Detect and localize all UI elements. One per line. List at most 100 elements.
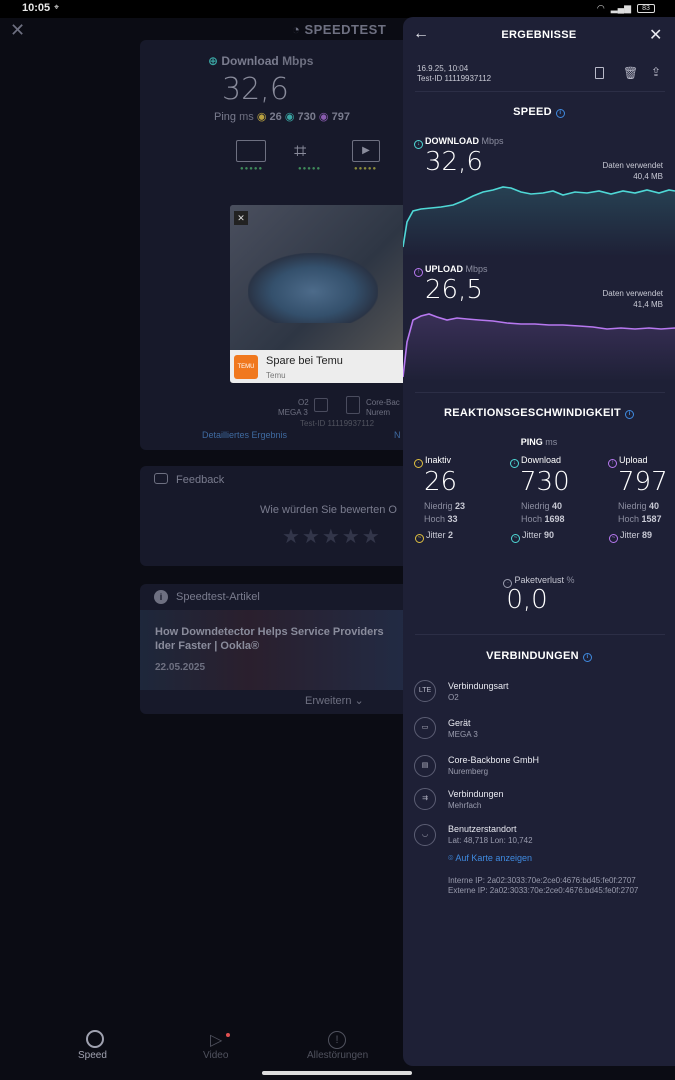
reaction-section-title: REAKTIONSGESCHWINDIGKEIT i [403, 407, 675, 419]
download-data-used-label: Daten verwendet [602, 161, 663, 170]
signal-icon: ▂▄▆ [610, 3, 631, 13]
location-icon: ⌖ [54, 2, 60, 12]
ping-upload-value: 797 [618, 467, 668, 497]
download-icon: ⊕ [208, 54, 222, 68]
share-icon[interactable]: ⇪ [651, 65, 661, 79]
bg-link-fragment: N [394, 430, 401, 440]
download-value: 32,6 [425, 147, 483, 177]
ad-banner[interactable]: ✕ TEMU Spare bei Temu Temu [230, 205, 410, 383]
upload-icon: ↑ [414, 268, 423, 277]
user-location-title: Benutzerstandort [448, 824, 517, 834]
download-graph [403, 186, 675, 257]
bg-server-a: O2 [298, 398, 309, 407]
bg-download-label: ⊕ Download Mbps [208, 54, 314, 68]
ping-upload-high: Hoch 1587 [618, 514, 662, 524]
ping-idle-low: Niedrig 23 [424, 501, 466, 511]
browse-rating: ●●●●● [240, 166, 264, 172]
map-link[interactable]: ⌾ Auf Karte anzeigen [448, 853, 532, 864]
upload-value: 26,5 [425, 275, 483, 305]
ping-idle-value: 26 [424, 467, 458, 497]
external-ip: Externe IP: 2a02:3033:70e:2ce0:4676:bd45… [448, 886, 639, 895]
bg-ping-row: Ping ms ◉ 26 ◉ 730 ◉ 797 [214, 111, 350, 123]
server-title: Core-Backbone GmbH [448, 755, 540, 765]
upload-icon: ↑ [608, 459, 617, 468]
info-icon: i [154, 590, 168, 604]
upload-graph [403, 313, 675, 382]
jitter-icon: ~ [415, 534, 424, 543]
server-icon: ▤ [414, 755, 436, 777]
ad-car-image [248, 253, 378, 323]
trash-icon[interactable]: 🗑 [623, 66, 638, 80]
feedback-question: Wie würden Sie bewerten O [260, 504, 397, 516]
nav-video[interactable]: Video [203, 1050, 228, 1061]
bg-server-a-sub: MEGA 3 [278, 408, 308, 417]
status-time: 10:05 [22, 2, 51, 14]
ping-download-low: Niedrig 40 [521, 501, 563, 511]
connections-title: Verbindungen [448, 789, 504, 799]
rating-stars[interactable]: ★★★★★ [282, 524, 382, 549]
server-location: Nuremberg [448, 767, 489, 776]
test-id: Test-ID 11119937112 [417, 74, 492, 83]
test-date: 16.9.25, 10:04 [417, 64, 469, 73]
upload-data-used-label: Daten verwendet [602, 289, 663, 298]
speed-section-title: SPEED i [403, 106, 675, 118]
device-title: Gerät [448, 718, 471, 728]
feedback-icon [154, 473, 168, 484]
jitter-icon: ~ [609, 534, 618, 543]
video-rating: ●●●●● [354, 166, 378, 172]
bg-server-b: Core-Bac [366, 398, 400, 407]
ping-download-jitter: ~ Jitter 90 [511, 530, 554, 543]
download-graph-area [403, 187, 675, 257]
ping-upload-jitter: ~ Jitter 89 [609, 530, 652, 543]
chevron-down-icon: ⌄ [354, 695, 364, 707]
connections-section-title: VERBINDUNGEN i [403, 650, 675, 662]
ping-label: PING ms [520, 437, 558, 447]
info-icon[interactable]: i [582, 653, 592, 662]
bg-test-id: Test-ID 11119937112 [300, 419, 375, 428]
ping-download-value: 730 [520, 467, 570, 497]
battery-icon: 83 [637, 4, 655, 13]
outage-nav-icon[interactable]: ! [328, 1031, 346, 1049]
device-icon [314, 398, 328, 412]
article-title[interactable]: How Downdetector Helps Service Providers… [155, 625, 405, 653]
close-icon[interactable]: ✕ [649, 25, 662, 45]
results-panel: ← ERGEBNISSE ✕ 16.9.25, 10:04 Test-ID 11… [403, 17, 675, 1066]
video-icon: ▶ [352, 140, 380, 162]
expand-button[interactable]: Erweitern ⌄ [305, 694, 364, 707]
nav-speed[interactable]: Speed [78, 1050, 107, 1061]
device-icon: ▭ [414, 717, 436, 739]
nav-outages[interactable]: Allestörungen [307, 1050, 368, 1061]
ad-close-icon[interactable]: ✕ [234, 211, 248, 225]
idle-icon: · [414, 459, 423, 468]
bg-download-value: 32,6 [222, 72, 289, 107]
user-location-coords: Lat: 48,718 Lon: 10,742 [448, 836, 533, 845]
bg-server-b-sub: Nurem [366, 408, 391, 417]
close-icon[interactable]: ✕ [10, 20, 25, 41]
status-bar: 10:05 ⌖ ◠ ▂▄▆ 83 [0, 0, 675, 18]
internal-ip: Interne IP: 2a02:3033:70e:2ce0:4676:bd45… [448, 876, 636, 885]
feedback-title: Feedback [176, 474, 225, 486]
article-date: 22.05.2025 [155, 662, 206, 673]
connections-icon: ⇉ [414, 788, 436, 810]
ping-idle-high: Hoch 33 [424, 514, 458, 524]
ad-text: Spare bei Temu [266, 355, 343, 367]
notes-icon[interactable] [595, 67, 604, 79]
info-icon[interactable]: i [555, 109, 565, 118]
home-indicator[interactable] [262, 1071, 412, 1075]
device-value: MEGA 3 [448, 730, 478, 739]
speed-nav-icon[interactable] [86, 1030, 104, 1048]
detailed-result-link[interactable]: Detailliertes Ergebnis [202, 430, 287, 440]
lte-icon: LTE [414, 680, 436, 702]
info-icon[interactable]: i [625, 410, 635, 419]
speedtest-logo-icon: ◔ [292, 22, 305, 37]
video-nav-icon[interactable]: ▷ [210, 1030, 222, 1050]
server-icon [346, 396, 360, 414]
user-icon: ◡ [414, 824, 436, 846]
connection-type-value: O2 [448, 693, 459, 702]
gaming-icon: ⌗ [294, 138, 307, 163]
panel-title: ERGEBNISSE [501, 29, 577, 41]
app-title: ◔ SPEEDTEST [292, 22, 387, 37]
connection-type-title: Verbindungsart [448, 681, 509, 691]
ad-sub: Temu [266, 371, 286, 380]
notification-dot [226, 1033, 230, 1037]
